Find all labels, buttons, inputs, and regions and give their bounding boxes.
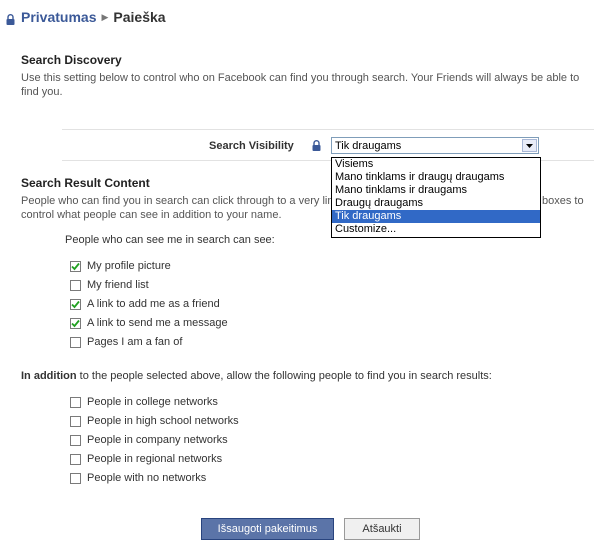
checkbox[interactable] bbox=[70, 317, 81, 329]
checkbox-label: People with no networks bbox=[87, 472, 207, 484]
checkbox-label: Pages I am a fan of bbox=[87, 336, 183, 348]
search-discovery-title: Search Discovery bbox=[21, 53, 122, 67]
checkbox[interactable] bbox=[70, 472, 81, 484]
checkbox-label: People in regional networks bbox=[87, 453, 223, 465]
checkbox-row[interactable]: People in high school networks bbox=[70, 413, 239, 429]
page-title: Paieška bbox=[113, 9, 166, 25]
checkbox-row[interactable]: People in company networks bbox=[70, 432, 239, 448]
checkbox[interactable] bbox=[70, 298, 81, 310]
divider bbox=[62, 129, 594, 130]
checkbox[interactable] bbox=[70, 279, 81, 291]
checkbox-label: A link to send me a message bbox=[87, 317, 228, 329]
search-visibility-dropdown-list[interactable]: Visiems Mano tinklams ir draugų draugams… bbox=[331, 157, 541, 238]
lock-icon bbox=[6, 12, 15, 25]
checkbox-row[interactable]: A link to send me a message bbox=[70, 315, 228, 331]
checkbox-row[interactable]: My profile picture bbox=[70, 258, 228, 274]
dropdown-option[interactable]: Mano tinklams ir draugų draugams bbox=[332, 171, 540, 184]
breadcrumb: Privatumas ▶ Paieška bbox=[6, 6, 166, 28]
checkbox-label: My friend list bbox=[87, 279, 149, 291]
checkbox[interactable] bbox=[70, 336, 81, 348]
in-addition-text: In addition to the people selected above… bbox=[21, 370, 492, 382]
save-changes-button[interactable]: Išsaugoti pakeitimus bbox=[201, 518, 334, 540]
checkbox[interactable] bbox=[70, 434, 81, 446]
search-visibility-select[interactable]: Tik draugams bbox=[331, 137, 539, 154]
search-can-see-options: My profile picture My friend list A link… bbox=[70, 258, 228, 350]
checkbox-row[interactable]: My friend list bbox=[70, 277, 228, 293]
checkbox-row[interactable]: People with no networks bbox=[70, 470, 239, 486]
checkbox-row[interactable]: A link to add me as a friend bbox=[70, 296, 228, 312]
checkbox[interactable] bbox=[70, 396, 81, 408]
search-result-content-title: Search Result Content bbox=[21, 176, 150, 190]
search-visibility-label: Search Visibility bbox=[209, 140, 294, 152]
result-content-description-left: People who can find you in search can cl… bbox=[21, 195, 339, 207]
result-content-description-line2: control what people can see in addition … bbox=[21, 209, 282, 221]
search-discovery-description: Use this setting below to control who on… bbox=[21, 72, 580, 98]
checkbox-label: A link to add me as a friend bbox=[87, 298, 220, 310]
in-addition-bold: In addition bbox=[21, 370, 77, 382]
checkbox-label: People in high school networks bbox=[87, 415, 239, 427]
checkbox-label: People in college networks bbox=[87, 396, 218, 408]
network-options: People in college networks People in hig… bbox=[70, 394, 239, 486]
dropdown-option[interactable]: Tik draugams bbox=[332, 210, 540, 223]
checkbox-label: My profile picture bbox=[87, 260, 171, 272]
checkbox[interactable] bbox=[70, 415, 81, 427]
search-can-see-subheading: People who can see me in search can see: bbox=[65, 234, 275, 246]
dropdown-option[interactable]: Visiems bbox=[332, 158, 540, 171]
checkbox[interactable] bbox=[70, 260, 81, 272]
checkbox[interactable] bbox=[70, 453, 81, 465]
checkbox-row[interactable]: Pages I am a fan of bbox=[70, 334, 228, 350]
in-addition-rest: to the people selected above, allow the … bbox=[76, 370, 492, 382]
chevron-down-icon[interactable] bbox=[522, 139, 537, 152]
dropdown-option[interactable]: Mano tinklams ir draugams bbox=[332, 184, 540, 197]
dropdown-option[interactable]: Draugų draugams bbox=[332, 197, 540, 210]
breadcrumb-arrow-icon: ▶ bbox=[101, 11, 109, 22]
result-content-description-right: boxes to bbox=[542, 195, 584, 207]
checkbox-row[interactable]: People in college networks bbox=[70, 394, 239, 410]
dropdown-option[interactable]: Customize... bbox=[332, 223, 540, 236]
checkbox-label: People in company networks bbox=[87, 434, 228, 446]
lock-icon bbox=[312, 140, 321, 154]
checkbox-row[interactable]: People in regional networks bbox=[70, 451, 239, 467]
select-value: Tik draugams bbox=[335, 140, 402, 152]
breadcrumb-privacy-link[interactable]: Privatumas bbox=[21, 9, 96, 25]
cancel-button[interactable]: Atšaukti bbox=[344, 518, 420, 540]
